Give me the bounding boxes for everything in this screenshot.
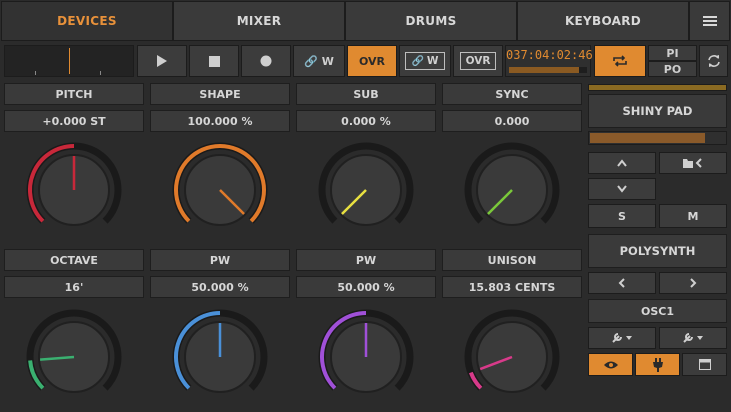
device-name[interactable]: POLYSYNTH [588,234,727,268]
param-value[interactable]: 50.000 % [296,276,436,298]
solo-button[interactable]: S [588,204,656,228]
tab-devices[interactable]: DEVICES [1,1,173,41]
tab-mixer[interactable]: MIXER [173,1,345,41]
param-name: PW [296,249,436,271]
param-name: OCTAVE [4,249,144,271]
time-readout: 037:04:02:46 [506,48,593,62]
wrench-menu-left[interactable] [588,327,656,349]
tick [35,71,36,75]
param-value[interactable]: 0.000 % [296,110,436,132]
param-value[interactable]: 0.000 [442,110,582,132]
knob[interactable] [170,140,270,240]
position-fill [509,67,579,73]
knob[interactable] [24,140,124,240]
clip-link-write-button[interactable]: 🔗 W [399,45,451,77]
param-value[interactable]: 100.000 % [150,110,290,132]
loop-button[interactable] [594,45,646,77]
knob[interactable] [462,307,562,407]
link-icon: 🔗 [411,55,424,67]
level-meter [588,84,727,91]
position-bar [509,67,587,73]
mute-button[interactable]: M [659,204,727,228]
param-name: PITCH [4,83,144,105]
tab-keyboard[interactable]: KEYBOARD [517,1,689,41]
ovr-label: OVR [358,54,386,68]
wrench-dropdown-icon [612,333,632,343]
link-icon: 🔗 [304,54,318,68]
knob[interactable] [24,307,124,407]
window-icon [698,359,711,370]
param-name: PW [150,249,290,271]
overdub-button[interactable]: OVR [347,45,397,77]
punch-out-button[interactable]: PO [648,61,697,77]
chevron-right-icon [690,278,697,288]
clip-overdub-button[interactable]: OVR [453,45,503,77]
plugin-button[interactable] [635,353,680,376]
chevron-down-icon [617,185,627,193]
window-button[interactable] [682,353,727,376]
wrench-menu-right[interactable] [659,327,727,349]
playhead [69,48,70,74]
tab-drums[interactable]: DRUMS [345,1,517,41]
tick [100,71,101,75]
volume-fill [590,133,705,143]
time-display: 037:04:02:46 [505,45,593,77]
param-value[interactable]: +0.000 ST [4,110,144,132]
param-name: SHAPE [150,83,290,105]
param-name: SUB [296,83,436,105]
wrench-dropdown-icon [683,333,703,343]
knob[interactable] [462,140,562,240]
param-value[interactable]: 16' [4,276,144,298]
next-device-button[interactable] [659,272,727,294]
previous-device-button[interactable] [588,272,656,294]
loop-icon [613,55,627,67]
param-name: SYNC [442,83,582,105]
volume-bar[interactable] [588,131,727,145]
param-value[interactable]: 50.000 % [150,276,290,298]
timeline-overview[interactable] [4,45,134,77]
param-name: UNISON [442,249,582,271]
page-name[interactable]: OSC1 [588,299,727,323]
browse-back-button[interactable] [659,152,727,174]
refresh-button[interactable] [699,45,728,77]
knob[interactable] [170,307,270,407]
record-icon [260,55,272,67]
preset-up-button[interactable] [588,152,656,174]
param-value[interactable]: 15.803 CENTS [442,276,582,298]
plug-icon [652,357,663,372]
folder-back-icon [683,158,702,168]
knob[interactable] [316,307,416,407]
preset-name[interactable]: SHINY PAD [588,94,727,128]
chevron-left-icon [618,278,625,288]
eye-icon [603,361,618,368]
play-button[interactable] [137,45,187,77]
chevron-up-icon [617,159,627,167]
punch-in-button[interactable]: PI [648,45,697,61]
record-button[interactable] [241,45,291,77]
stop-button[interactable] [189,45,239,77]
refresh-icon [707,55,720,67]
clip-link-write-label: W [426,55,439,67]
preset-down-button[interactable] [588,178,656,200]
menu-button[interactable] [689,1,730,41]
link-write-button[interactable]: 🔗 W [293,45,345,77]
clip-ovr-label: OVR [459,52,497,70]
stop-icon [208,55,220,67]
hamburger-icon [702,16,717,26]
link-write-label: W [321,54,334,68]
knob[interactable] [316,140,416,240]
play-icon [157,55,167,67]
show-device-button[interactable] [588,353,633,376]
